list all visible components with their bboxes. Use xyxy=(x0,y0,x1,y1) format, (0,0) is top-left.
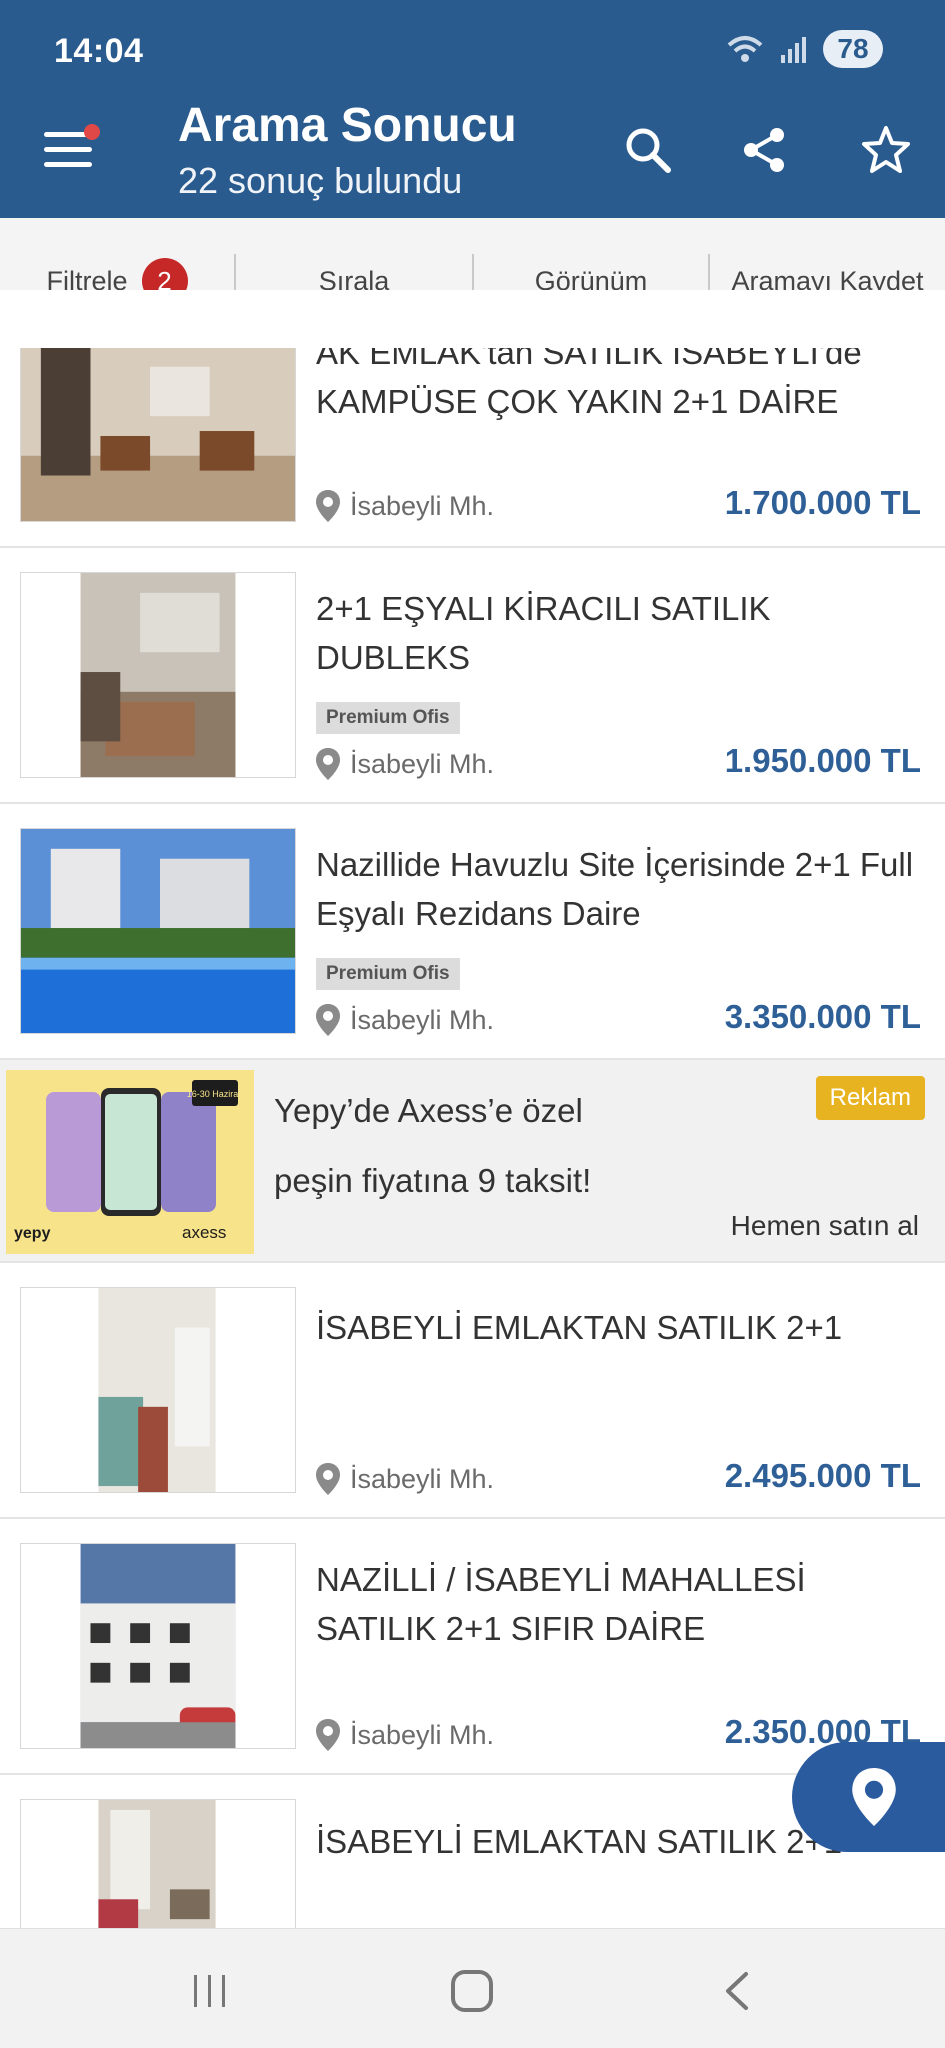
ad-buy-now-link[interactable]: Hemen satın al xyxy=(731,1210,919,1242)
listing-title: NAZİLLİ / İSABEYLİ MAHALLESİ SATILIK 2+1… xyxy=(316,1561,806,1647)
location-pin-icon xyxy=(316,748,340,780)
map-view-button[interactable] xyxy=(792,1742,945,1852)
map-pin-icon xyxy=(852,1768,896,1826)
system-navigation-bar xyxy=(0,1928,945,2048)
battery-indicator: 78 xyxy=(823,30,883,68)
listing-photo[interactable] xyxy=(20,1799,296,1939)
location-pin-icon xyxy=(316,490,340,522)
back-button[interactable] xyxy=(708,1963,768,2019)
listing-item[interactable]: NAZİLLİ / İSABEYLİ MAHALLESİ SATILIK 2+1… xyxy=(0,1519,945,1775)
home-icon xyxy=(451,1970,493,2012)
home-button[interactable] xyxy=(442,1963,502,2019)
status-time: 14:04 xyxy=(54,32,144,70)
listing-price: 1.950.000 TL xyxy=(724,742,921,779)
listing-price: 2.495.000 TL xyxy=(724,1457,921,1494)
location-text: İsabeyli Mh. xyxy=(350,1004,495,1035)
listing-photo-image xyxy=(21,573,295,777)
listing-title: 2+1 EŞYALI KİRACILI SATILIK DUBLEKS xyxy=(316,590,771,676)
ad-subline: peşin fiyatına 9 taksit! xyxy=(274,1162,592,1199)
listing-price: 3.350.000 TL xyxy=(724,998,921,1035)
menu-button[interactable] xyxy=(44,124,100,172)
location-pin-icon xyxy=(316,1463,340,1495)
location-pin-icon xyxy=(316,1719,340,1751)
star-icon xyxy=(862,126,910,173)
share-button[interactable] xyxy=(734,120,794,180)
ad-headline: Yepy’de Axess’e özel xyxy=(274,1092,583,1129)
scroll-mask xyxy=(0,290,945,348)
listing-photo-image xyxy=(21,1800,295,1939)
search-button[interactable] xyxy=(618,120,678,180)
wifi-icon xyxy=(727,36,763,62)
premium-office-badge: Premium Ofis xyxy=(316,958,460,990)
location-pin-icon xyxy=(316,1004,340,1036)
favorite-search-button[interactable] xyxy=(856,120,916,180)
sponsored-ad[interactable]: 16-30 Haziran yepy axess Yepy’de Axess’e… xyxy=(0,1060,945,1263)
listing-photo[interactable] xyxy=(20,346,296,522)
ad-phones-image: 16-30 Haziran yepy axess xyxy=(6,1070,254,1254)
listing-photo-image xyxy=(21,347,295,521)
location-text: İsabeyli Mh. xyxy=(350,1719,495,1750)
listing-price: 1.700.000 TL xyxy=(724,484,921,521)
app-header: 14:04 78 Arama Sonucu 22 sonuç bulundu xyxy=(0,0,945,218)
back-icon xyxy=(726,1972,748,2010)
listing-photo-image xyxy=(21,829,295,1033)
listing-location: İsabeyli Mh. xyxy=(316,1463,494,1495)
ad-badge: Reklam xyxy=(815,1076,925,1120)
ad-image-brand-right: axess xyxy=(182,1223,226,1242)
listing-photo-image xyxy=(21,1544,295,1748)
location-text: İsabeyli Mh. xyxy=(350,490,495,521)
location-text: İsabeyli Mh. xyxy=(350,1463,495,1494)
signal-icon xyxy=(781,37,806,63)
notification-dot xyxy=(84,124,100,140)
result-count: 22 sonuç bulundu xyxy=(178,160,463,201)
listing-item[interactable]: İSABEYLİ EMLAKTAN SATILIK 2+1 İsabeyli M… xyxy=(0,1263,945,1519)
location-text: İsabeyli Mh. xyxy=(350,748,495,779)
status-icons: 78 xyxy=(725,30,883,68)
ad-image[interactable]: 16-30 Haziran yepy axess xyxy=(6,1070,254,1254)
listing-item[interactable]: Nazillide Havuzlu Site İçerisinde 2+1 Fu… xyxy=(0,804,945,1060)
listing-photo[interactable] xyxy=(20,572,296,778)
share-icon xyxy=(744,128,784,172)
listing-photo[interactable] xyxy=(20,1543,296,1749)
listing-title: Nazillide Havuzlu Site İçerisinde 2+1 Fu… xyxy=(316,846,914,932)
recent-apps-icon xyxy=(194,1975,225,2007)
listing-item[interactable]: 2+1 EŞYALI KİRACILI SATILIK DUBLEKS Prem… xyxy=(0,548,945,804)
premium-office-badge: Premium Ofis xyxy=(316,702,460,734)
recent-apps-button[interactable] xyxy=(180,1963,240,2019)
listing-location: İsabeyli Mh. xyxy=(316,1719,494,1751)
listing-location: İsabeyli Mh. xyxy=(316,748,494,780)
ad-image-date: 16-30 Haziran xyxy=(187,1089,244,1099)
listing-photo[interactable] xyxy=(20,1287,296,1493)
listing-photo[interactable] xyxy=(20,828,296,1034)
listing-location: İsabeyli Mh. xyxy=(316,490,494,522)
listing-photo-image xyxy=(21,1288,295,1492)
search-icon xyxy=(626,128,671,173)
listing-location: İsabeyli Mh. xyxy=(316,1004,494,1036)
page-title: Arama Sonucu xyxy=(178,99,517,152)
listing-title: İSABEYLİ EMLAKTAN SATILIK 2+1 xyxy=(316,1309,843,1346)
ad-image-brand-left: yepy xyxy=(14,1225,51,1242)
